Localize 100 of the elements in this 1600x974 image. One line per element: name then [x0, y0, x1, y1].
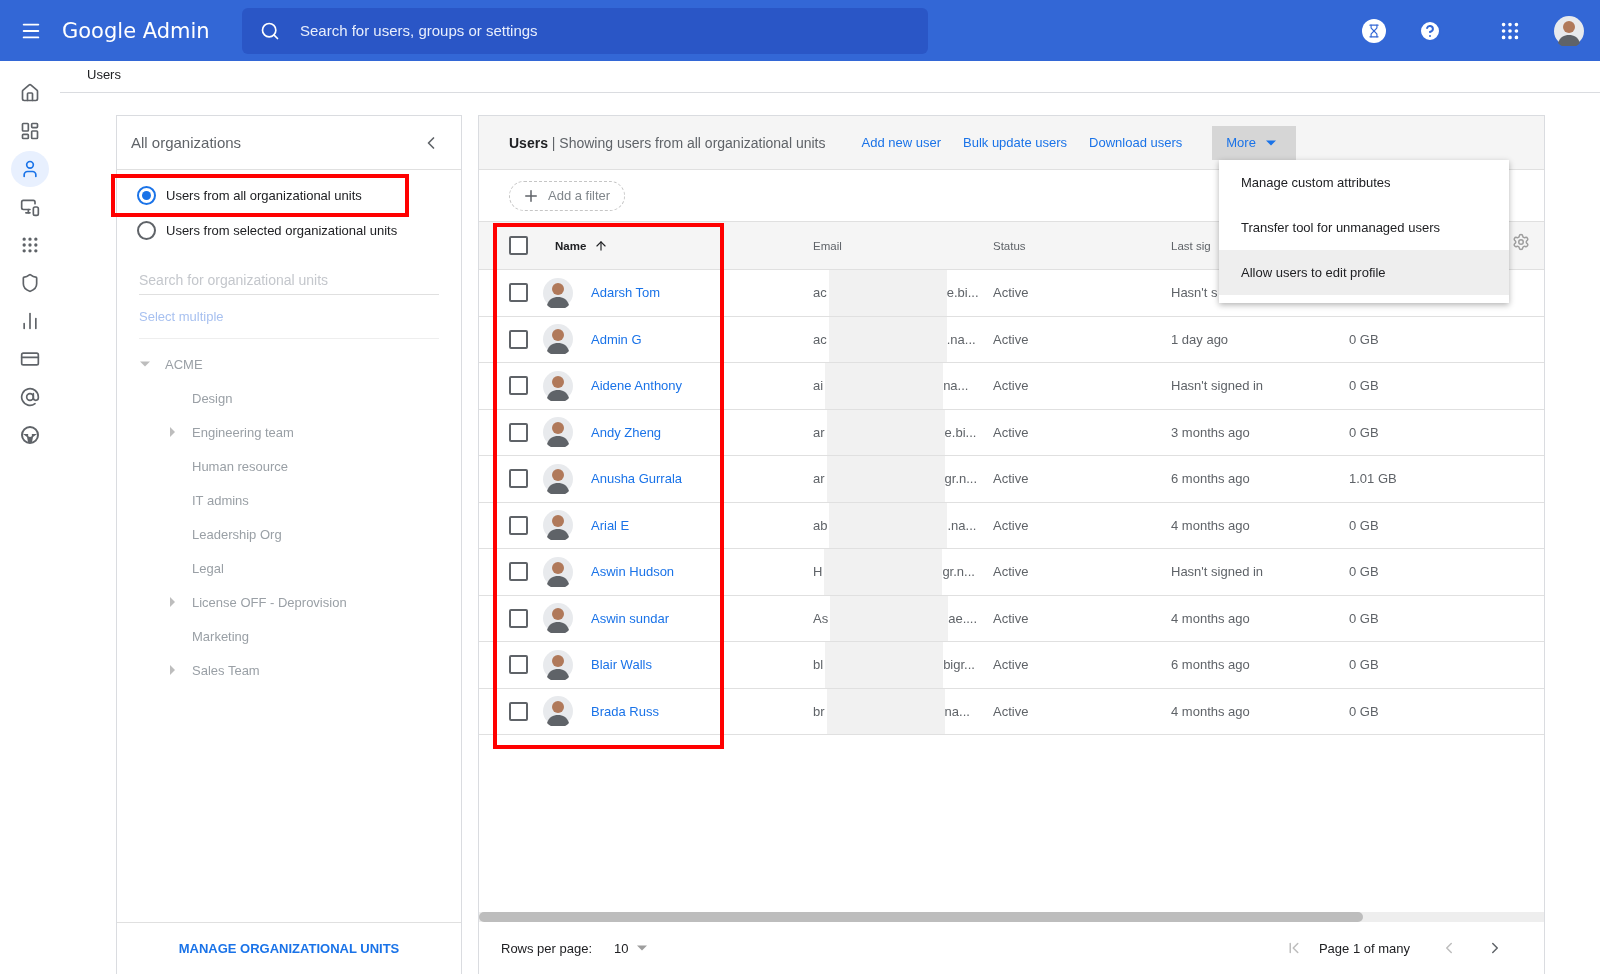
user-name-link[interactable]: Arial E: [591, 517, 630, 533]
menu-item[interactable]: Manage custom attributes: [1219, 160, 1509, 205]
avatar-icon: [543, 649, 573, 680]
rows-per-page-select[interactable]: 10: [608, 939, 653, 957]
status-cell-text: Active: [992, 471, 1030, 487]
email-fragment: .na...: [946, 331, 976, 347]
row-checkbox[interactable]: [509, 422, 528, 442]
org-unit-label[interactable]: Marketing: [192, 628, 250, 644]
manage-units-button[interactable]: MANAGE ORGANIZATIONAL UNITS: [170, 935, 408, 962]
status-cell-text: Active: [992, 564, 1030, 580]
user-name-link[interactable]: Admin G: [591, 331, 642, 347]
email-fragment: bl: [813, 657, 824, 673]
last-sign-in-cell-text: 1 day ago: [1170, 331, 1230, 347]
email-fragment: H: [813, 564, 823, 580]
last-sign-in-cell-text: 6 months ago: [1170, 471, 1251, 487]
row-checkbox[interactable]: [509, 562, 528, 582]
org-unit-label[interactable]: Sales Team: [192, 662, 260, 678]
status-cell-text: Active: [992, 657, 1030, 673]
user-name-link[interactable]: Andy Zheng: [591, 424, 662, 440]
email-fragment: ai: [813, 378, 824, 394]
scroll-bar[interactable]: [479, 912, 1544, 922]
menu-item[interactable]: Allow users to edit profile: [1219, 250, 1509, 295]
email-fragment: ac: [813, 331, 827, 347]
org-unit-label[interactable]: ACME: [165, 356, 203, 372]
email-fragment: As: [813, 610, 829, 626]
user-name-link[interactable]: Aidene Anthony: [591, 378, 683, 394]
last-sign-in-cell-text: 6 months ago: [1170, 657, 1251, 673]
product-logo[interactable]: Google Admin: [62, 18, 222, 43]
last-sign-in-cell-text: 4 months ago: [1170, 703, 1251, 719]
email-fragment: ae....: [948, 610, 978, 626]
account-avatar[interactable]: [1554, 15, 1584, 46]
person-icon[interactable]: [11, 151, 49, 187]
row-checkbox[interactable]: [509, 701, 528, 721]
more-button[interactable]: More: [1212, 125, 1296, 160]
status-cell-text: Active: [992, 703, 1030, 719]
menu-item[interactable]: Transfer tool for unmanaged users: [1219, 205, 1509, 250]
user-name-link[interactable]: Aswin sundar: [591, 610, 670, 626]
status-cell-text: Active: [992, 610, 1030, 626]
user-name-link[interactable]: Anusha Gurrala: [591, 471, 683, 487]
column-header[interactable]: Status: [993, 240, 1026, 252]
org-unit-label[interactable]: License OFF - Deprovision: [192, 594, 347, 610]
org-unit-label[interactable]: Engineering team: [192, 424, 294, 440]
last-sign-in-cell-text: Hasn't signed in: [1170, 378, 1265, 394]
row-checkbox[interactable]: [509, 283, 528, 303]
storage-cell-text: 1.01 GB: [1348, 471, 1398, 487]
breadcrumb: Users: [87, 67, 121, 82]
storage-cell-text: 0 GB: [1348, 378, 1380, 394]
action-link[interactable]: Download users: [1089, 135, 1183, 150]
avatar-icon: [543, 463, 573, 494]
org-unit-label[interactable]: Design: [192, 390, 233, 406]
user-name-link[interactable]: Blair Walls: [591, 657, 652, 673]
storage-cell-text: 0 GB: [1348, 657, 1380, 673]
row-checkbox[interactable]: [509, 329, 528, 349]
radio-button[interactable]: [137, 221, 156, 240]
row-checkbox[interactable]: [509, 655, 528, 675]
row-checkbox[interactable]: [509, 469, 528, 489]
avatar-icon: [543, 417, 573, 448]
email-fragment: .na...: [947, 517, 977, 533]
search-input[interactable]: Search for users, groups or settings: [298, 21, 910, 40]
column-header[interactable]: Last sig: [1171, 240, 1211, 252]
email-fragment: bigr...: [943, 657, 975, 673]
avatar-icon: [543, 556, 573, 587]
org-unit-label[interactable]: IT admins: [192, 492, 249, 508]
add-filter-button[interactable]: Add a filter: [509, 180, 626, 211]
storage-cell-text: 0 GB: [1348, 517, 1380, 533]
caret-icon[interactable]: [636, 943, 647, 953]
action-link[interactable]: Bulk update users: [963, 135, 1068, 150]
email-fragment: ar: [813, 471, 825, 487]
storage-cell-text: 0 GB: [1348, 564, 1380, 580]
action-link[interactable]: Add new user: [861, 135, 941, 150]
radio-button[interactable]: [137, 186, 156, 205]
status-cell-text: Active: [992, 517, 1030, 533]
email-fragment: gr.n...: [942, 564, 975, 580]
email-fragment: gr.n...: [944, 471, 978, 487]
search-field[interactable]: Search for users, groups or settings: [242, 7, 928, 54]
status-cell-text: Active: [992, 331, 1030, 347]
column-header[interactable]: Email: [813, 240, 842, 252]
radio-label[interactable]: Users from selected organizational units: [166, 223, 398, 238]
row-checkbox[interactable]: [509, 608, 528, 628]
select-all-checkbox[interactable]: [509, 236, 528, 255]
radio-label[interactable]: Users from all organizational units: [166, 188, 362, 203]
row-checkbox[interactable]: [509, 376, 528, 396]
hourglass-icon[interactable]: [1362, 18, 1386, 43]
last-sign-in-cell-text: 4 months ago: [1170, 610, 1251, 626]
row-checkbox[interactable]: [509, 515, 528, 535]
last-sign-in-cell-text: Hasn't signed in: [1170, 564, 1265, 580]
org-unit-label[interactable]: Leadership Org: [192, 526, 282, 542]
org-unit-label[interactable]: Legal: [192, 560, 224, 576]
user-name-link[interactable]: Brada Russ: [591, 703, 659, 719]
last-sign-in-cell-text: Hasn't s: [1170, 285, 1219, 301]
column-header[interactable]: Name: [555, 239, 587, 252]
panel-title: All organizations: [131, 134, 242, 151]
user-name-link[interactable]: Aswin Hudson: [591, 564, 675, 580]
user-name-link[interactable]: Adarsh Tom: [591, 285, 661, 301]
email-fragment: na...: [944, 703, 970, 719]
avatar-icon: [1554, 15, 1584, 46]
org-unit-label[interactable]: Human resource: [192, 458, 289, 474]
rows-per-page-label: Rows per page:: [501, 940, 593, 956]
page-indicator: Page 1 of many: [1318, 940, 1410, 956]
storage-cell-text: 0 GB: [1348, 703, 1380, 719]
